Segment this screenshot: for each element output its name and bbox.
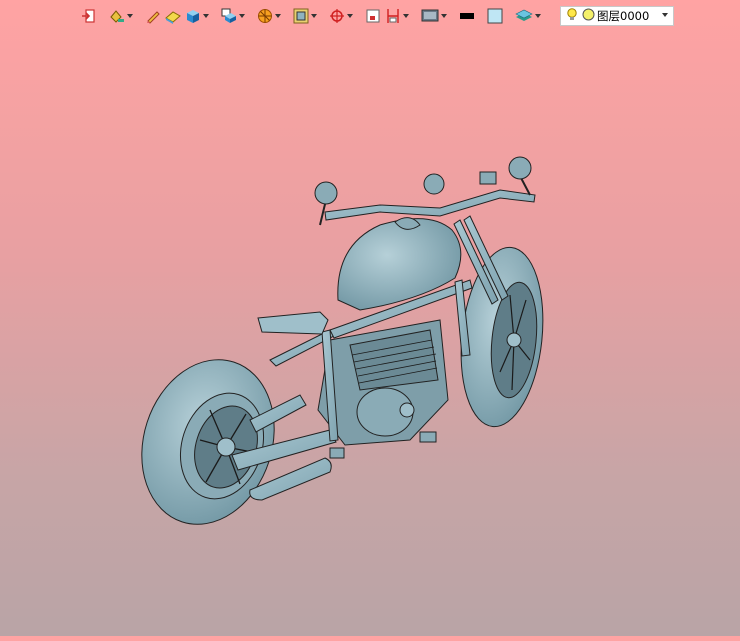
chevron-down-icon — [203, 14, 209, 18]
line-color-button[interactable] — [457, 5, 477, 27]
pencil-button[interactable] — [143, 5, 163, 27]
chevron-down-icon — [347, 14, 353, 18]
chevron-down-icon — [275, 14, 281, 18]
motorcycle-model — [141, 156, 544, 525]
paint-bucket-icon — [109, 8, 125, 24]
face-color-button[interactable] — [485, 5, 505, 27]
chevron-down-icon — [535, 14, 541, 18]
layers-button[interactable] — [513, 5, 543, 27]
line-color-icon — [459, 8, 475, 24]
3d-viewport[interactable] — [0, 30, 740, 636]
chevron-down-icon — [662, 13, 668, 17]
layers-icon — [515, 8, 533, 24]
paint-bucket-button[interactable] — [107, 5, 135, 27]
main-toolbar — [79, 4, 543, 28]
layer-dropdown[interactable]: 图层0000 — [560, 6, 674, 26]
display-button[interactable] — [419, 5, 449, 27]
eraser-icon — [165, 8, 181, 24]
solid-box-button[interactable] — [183, 5, 211, 27]
display-icon — [421, 8, 439, 24]
face-color-icon — [487, 8, 503, 24]
view-orient-button[interactable] — [219, 5, 247, 27]
target-icon — [329, 8, 345, 24]
exit-sketch-icon — [81, 8, 97, 24]
frame-button[interactable] — [291, 5, 319, 27]
solid-box-icon — [185, 8, 201, 24]
current-layer-label: 图层0000 — [597, 9, 650, 23]
chevron-down-icon — [311, 14, 317, 18]
pencil-icon — [145, 8, 161, 24]
frame-icon — [293, 8, 309, 24]
lightbulb-icon — [566, 7, 578, 25]
eraser-button[interactable] — [163, 5, 183, 27]
dimension-icon — [385, 8, 401, 24]
chevron-down-icon — [127, 14, 133, 18]
sheet-button[interactable] — [363, 5, 383, 27]
section-button[interactable] — [255, 5, 283, 27]
section-icon — [257, 8, 273, 24]
chevron-down-icon — [403, 14, 409, 18]
dimension-button[interactable] — [383, 5, 411, 27]
target-button[interactable] — [327, 5, 355, 27]
exit-sketch-button[interactable] — [79, 5, 99, 27]
rear-wheel — [141, 359, 275, 525]
sheet-icon — [365, 8, 381, 24]
layer-color-dot-icon — [582, 8, 595, 24]
chevron-down-icon — [441, 14, 447, 18]
view-orient-icon — [221, 8, 237, 24]
chevron-down-icon — [239, 14, 245, 18]
